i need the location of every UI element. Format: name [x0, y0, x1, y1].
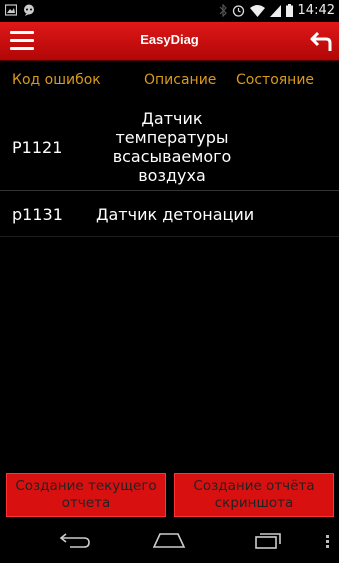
alarm-icon — [232, 5, 244, 17]
header-description: Описание — [144, 72, 217, 88]
header-error-code: Код ошибок — [12, 72, 101, 88]
action-bar: EasyDiag — [0, 22, 339, 61]
status-notifications — [5, 4, 35, 16]
status-indicators: 14:42 — [219, 3, 335, 18]
table-row[interactable]: P1121 Датчик температуры всасываемого во… — [0, 104, 339, 191]
error-description: Датчик детонации — [96, 205, 255, 224]
back-nav-icon[interactable] — [58, 531, 92, 549]
navigation-bar — [0, 519, 339, 563]
header-state: Состояние — [236, 72, 315, 88]
app-title: EasyDiag — [140, 32, 199, 47]
wifi-icon — [249, 4, 265, 17]
create-report-button[interactable]: Создание текущего отчета — [6, 473, 166, 517]
table-row[interactable]: p1131 Датчик детонации — [0, 191, 339, 237]
return-arrow-icon[interactable] — [309, 30, 333, 52]
overflow-menu-icon[interactable] — [326, 535, 329, 550]
home-nav-icon[interactable] — [152, 531, 186, 549]
error-code: p1131 — [12, 205, 63, 224]
chat-notification-icon — [24, 4, 34, 16]
signal-icon — [269, 4, 281, 17]
bluetooth-icon — [219, 4, 227, 17]
error-code: P1121 — [12, 138, 63, 157]
error-description: Датчик температуры всасываемого воздуха — [112, 109, 232, 185]
table-header: Код ошибок Описание Состояние — [0, 72, 339, 92]
image-notification-icon — [5, 4, 17, 16]
create-screenshot-report-button[interactable]: Создание отчёта скриншота — [174, 473, 334, 517]
status-bar: 14:42 — [0, 0, 339, 22]
status-time: 14:42 — [297, 3, 335, 18]
battery-icon — [285, 4, 293, 17]
recent-apps-icon[interactable] — [254, 531, 284, 549]
